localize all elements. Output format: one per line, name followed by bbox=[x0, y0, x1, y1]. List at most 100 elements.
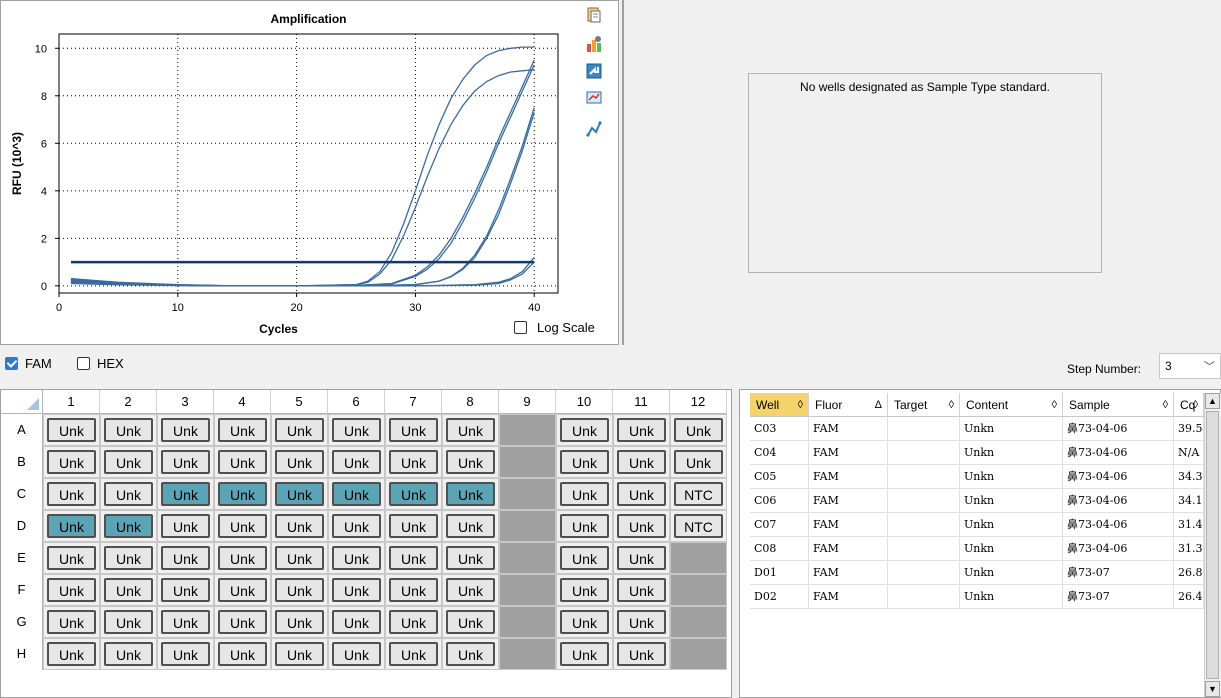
table-cell[interactable]: 26.81 bbox=[1174, 561, 1204, 585]
row-header[interactable]: F bbox=[1, 574, 43, 606]
well-F7[interactable]: Unk bbox=[385, 574, 442, 606]
export-icon[interactable] bbox=[585, 62, 603, 80]
well-G9[interactable] bbox=[499, 606, 556, 638]
well-A5[interactable]: Unk bbox=[271, 414, 328, 446]
well-A11[interactable]: Unk bbox=[613, 414, 670, 446]
column-header[interactable]: 1 bbox=[43, 390, 100, 414]
hex-checkbox[interactable] bbox=[77, 357, 90, 370]
table-cell[interactable]: Unkn bbox=[960, 489, 1063, 513]
step-number-select[interactable]: 3 ﹀ bbox=[1159, 353, 1221, 379]
trace-icon[interactable] bbox=[585, 120, 603, 138]
plate-select-all[interactable] bbox=[1, 390, 43, 414]
table-cell[interactable]: D01 bbox=[750, 561, 809, 585]
well-F11[interactable]: Unk bbox=[613, 574, 670, 606]
sort-icon[interactable]: ◊ bbox=[1052, 393, 1057, 417]
table-cell[interactable] bbox=[888, 489, 960, 513]
table-cell[interactable]: Unkn bbox=[960, 537, 1063, 561]
zoom-icon[interactable] bbox=[585, 89, 603, 107]
well-D6[interactable]: Unk bbox=[328, 510, 385, 542]
table-cell[interactable]: C08 bbox=[750, 537, 809, 561]
table-cell[interactable]: FAM bbox=[809, 417, 888, 441]
well-D4[interactable]: Unk bbox=[214, 510, 271, 542]
table-cell[interactable]: C04 bbox=[750, 441, 809, 465]
well-D5[interactable]: Unk bbox=[271, 510, 328, 542]
log-scale-checkbox[interactable] bbox=[514, 321, 527, 334]
well-C7[interactable]: Unk bbox=[385, 478, 442, 510]
well-A12[interactable]: Unk bbox=[670, 414, 727, 446]
table-cell[interactable]: 鼻73-07 bbox=[1063, 585, 1174, 609]
column-header-sample[interactable]: Sample ◊ bbox=[1063, 393, 1174, 417]
well-C1[interactable]: Unk bbox=[43, 478, 100, 510]
well-B6[interactable]: Unk bbox=[328, 446, 385, 478]
table-cell[interactable]: D02 bbox=[750, 585, 809, 609]
well-G1[interactable]: Unk bbox=[43, 606, 100, 638]
well-H9[interactable] bbox=[499, 638, 556, 670]
well-C10[interactable]: Unk bbox=[556, 478, 613, 510]
well-G4[interactable]: Unk bbox=[214, 606, 271, 638]
well-H4[interactable]: Unk bbox=[214, 638, 271, 670]
well-G3[interactable]: Unk bbox=[157, 606, 214, 638]
well-F6[interactable]: Unk bbox=[328, 574, 385, 606]
well-G6[interactable]: Unk bbox=[328, 606, 385, 638]
well-A2[interactable]: Unk bbox=[100, 414, 157, 446]
table-cell[interactable]: FAM bbox=[809, 441, 888, 465]
column-header[interactable]: 6 bbox=[328, 390, 385, 414]
fam-checkbox[interactable] bbox=[5, 357, 18, 370]
column-header[interactable]: 2 bbox=[100, 390, 157, 414]
well-H10[interactable]: Unk bbox=[556, 638, 613, 670]
table-cell[interactable]: 鼻73-07 bbox=[1063, 561, 1174, 585]
scroll-up-icon[interactable]: ▲ bbox=[1205, 393, 1220, 409]
well-A1[interactable]: Unk bbox=[43, 414, 100, 446]
table-cell[interactable]: 31.47 bbox=[1174, 513, 1204, 537]
well-F10[interactable]: Unk bbox=[556, 574, 613, 606]
well-E6[interactable]: Unk bbox=[328, 542, 385, 574]
well-C9[interactable] bbox=[499, 478, 556, 510]
well-F5[interactable]: Unk bbox=[271, 574, 328, 606]
table-cell[interactable]: 鼻73-04-06 bbox=[1063, 513, 1174, 537]
table-cell[interactable]: FAM bbox=[809, 585, 888, 609]
table-cell[interactable]: 鼻73-04-06 bbox=[1063, 417, 1174, 441]
well-E4[interactable]: Unk bbox=[214, 542, 271, 574]
table-cell[interactable] bbox=[888, 417, 960, 441]
well-C3[interactable]: Unk bbox=[157, 478, 214, 510]
well-H3[interactable]: Unk bbox=[157, 638, 214, 670]
well-H1[interactable]: Unk bbox=[43, 638, 100, 670]
table-cell[interactable]: 鼻73-04-06 bbox=[1063, 441, 1174, 465]
table-cell[interactable] bbox=[888, 561, 960, 585]
table-cell[interactable]: C03 bbox=[750, 417, 809, 441]
well-F3[interactable]: Unk bbox=[157, 574, 214, 606]
well-D7[interactable]: Unk bbox=[385, 510, 442, 542]
chart-settings-icon[interactable] bbox=[585, 35, 603, 53]
well-G8[interactable]: Unk bbox=[442, 606, 499, 638]
well-D11[interactable]: Unk bbox=[613, 510, 670, 542]
well-E9[interactable] bbox=[499, 542, 556, 574]
well-G12[interactable] bbox=[670, 606, 727, 638]
well-H8[interactable]: Unk bbox=[442, 638, 499, 670]
well-C12[interactable]: NTC bbox=[670, 478, 727, 510]
well-A8[interactable]: Unk bbox=[442, 414, 499, 446]
well-E3[interactable]: Unk bbox=[157, 542, 214, 574]
well-G11[interactable]: Unk bbox=[613, 606, 670, 638]
column-header-cq[interactable]: Cq ◊ bbox=[1174, 393, 1204, 417]
scrollbar-thumb[interactable] bbox=[1206, 411, 1219, 679]
well-D3[interactable]: Unk bbox=[157, 510, 214, 542]
table-cell[interactable]: 39.54 bbox=[1174, 417, 1204, 441]
sort-icon[interactable]: ◊ bbox=[1163, 393, 1168, 417]
table-cell[interactable]: 鼻73-04-06 bbox=[1063, 489, 1174, 513]
table-cell[interactable]: C06 bbox=[750, 489, 809, 513]
table-cell[interactable]: FAM bbox=[809, 561, 888, 585]
column-header-fluor[interactable]: Fluor Δ bbox=[809, 393, 888, 417]
vertical-scrollbar[interactable]: ▲ ▼ bbox=[1204, 393, 1221, 697]
well-E11[interactable]: Unk bbox=[613, 542, 670, 574]
well-H11[interactable]: Unk bbox=[613, 638, 670, 670]
well-E8[interactable]: Unk bbox=[442, 542, 499, 574]
well-B7[interactable]: Unk bbox=[385, 446, 442, 478]
well-C11[interactable]: Unk bbox=[613, 478, 670, 510]
well-B9[interactable] bbox=[499, 446, 556, 478]
well-H12[interactable] bbox=[670, 638, 727, 670]
column-header-well[interactable]: Well ◊ bbox=[750, 393, 809, 417]
well-B4[interactable]: Unk bbox=[214, 446, 271, 478]
well-D10[interactable]: Unk bbox=[556, 510, 613, 542]
table-cell[interactable]: 鼻73-04-06 bbox=[1063, 465, 1174, 489]
well-B11[interactable]: Unk bbox=[613, 446, 670, 478]
